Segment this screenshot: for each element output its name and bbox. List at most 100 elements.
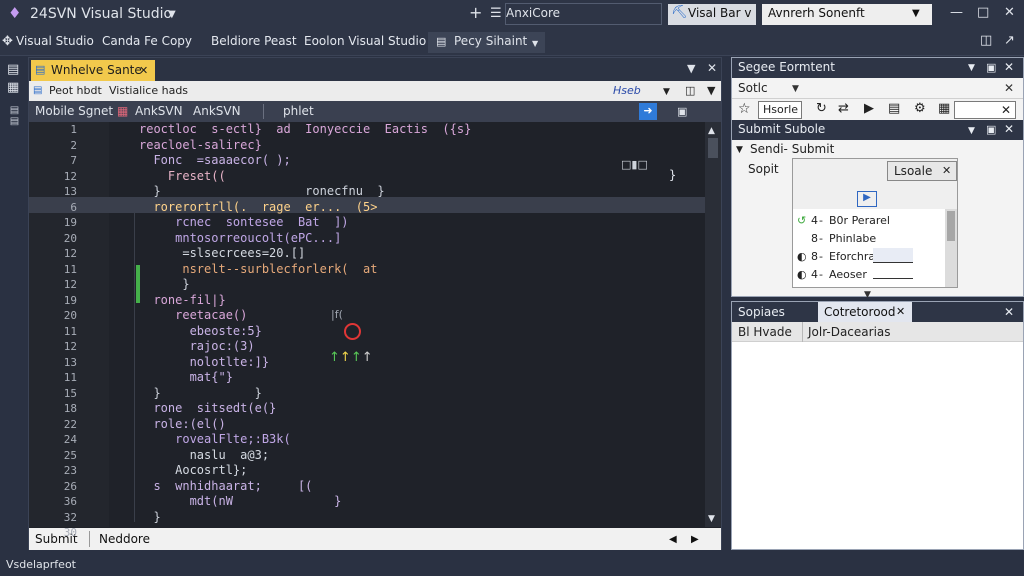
back-icon[interactable]: ⇄ (838, 102, 849, 116)
chevron-down-icon[interactable]: ▼ (792, 82, 799, 96)
code-line[interactable]: } ronecfnu } (139, 184, 384, 198)
filter-box[interactable]: Hsorle (758, 101, 802, 119)
star-icon[interactable]: ☆ (738, 102, 751, 116)
code-line[interactable]: s wnhidhaarat; [( (139, 479, 312, 493)
scroll-up-icon[interactable]: ▲ (708, 124, 715, 138)
status-neddore[interactable]: Neddore (99, 532, 150, 546)
code-line[interactable]: nsrelt--surblecforlerk( at (139, 262, 377, 276)
code-line[interactable]: mat{"} (139, 370, 233, 384)
dropdown-icon[interactable]: ▼ (968, 61, 975, 75)
code-line[interactable]: reacloel-salirec} (139, 138, 262, 152)
tab-close-icon[interactable]: ✕ (896, 305, 905, 319)
menu-pecy-tab[interactable]: ▤ Pecy Sihaint ▼ (428, 32, 545, 53)
editor-tab-active[interactable]: ▤ Wnhelve Sante ✕ (31, 60, 155, 81)
explorer-icon[interactable]: ▦ (7, 81, 19, 95)
code-line[interactable]: rone-fil|} (139, 293, 225, 307)
scroll-down-icon[interactable]: ▼ (708, 512, 715, 526)
account-dropdown[interactable]: Avnrerh Sonenft ▼ (762, 4, 932, 25)
chevron-down-icon[interactable]: ▼ (864, 288, 871, 302)
path-label[interactable]: Peot hbdt (49, 84, 102, 97)
properties-icon[interactable]: ▦ (938, 102, 950, 116)
code-line[interactable]: reoctloc s-ectl} ad Ionyeccie Eactis ({s… (139, 122, 471, 136)
tab-close-icon[interactable]: ✕ (139, 64, 148, 78)
dropdown-select[interactable]: Lsoale ✕ (887, 161, 957, 181)
expand-arrow-icon[interactable]: ▼ (736, 143, 743, 157)
code-line[interactable]: } (139, 277, 189, 291)
collapse-icon[interactable]: ▤ (888, 102, 900, 116)
path-hint[interactable]: Hseb (613, 84, 641, 97)
list-scrollbar[interactable] (945, 209, 957, 287)
code-line[interactable]: mntosorreoucolt(ePC...] (139, 231, 341, 245)
layout-icon[interactable]: ◫ (980, 34, 992, 48)
expand-icon[interactable]: ▼ (707, 84, 715, 98)
panel-close-icon[interactable]: ✕ (1004, 122, 1014, 136)
scroll-thumb[interactable] (708, 138, 718, 158)
dropdown-icon[interactable]: ▼ (968, 124, 975, 138)
tab-sopiaes[interactable]: Sopiaes (732, 302, 818, 322)
close-icon[interactable]: ✕ (942, 164, 951, 178)
code-line[interactable]: rovealFlte;:B3k( (139, 432, 291, 446)
vertical-scrollbar[interactable]: ▲ ▼ (705, 122, 721, 527)
arrow-right-icon[interactable]: ▶ (691, 533, 699, 547)
extension-button[interactable]: ⛏ Visal Bar v (668, 4, 756, 25)
chevron-down-icon[interactable]: ▼ (663, 85, 670, 99)
settings-icon[interactable]: ⚙ (914, 102, 926, 116)
code-line[interactable]: } } (139, 386, 261, 400)
panel-close-icon[interactable]: ✕ (1004, 305, 1014, 319)
list-item[interactable]: ↺ 4 - B0r Perarel (797, 212, 945, 230)
export-icon[interactable]: ↗ (1004, 34, 1015, 48)
title-dropdown-icon[interactable]: ▼ (168, 8, 176, 22)
editor-close-icon[interactable]: ✕ (707, 61, 717, 75)
code-line[interactable]: ebeoste:5} (139, 324, 262, 338)
code-line[interactable]: rcnec sontesee Bat ]) (139, 215, 348, 229)
menu-beast[interactable]: Beldiore Peast (211, 34, 297, 48)
maximize-icon[interactable]: □ (977, 6, 989, 20)
code-line[interactable]: Fonc =saaaecor( ); (139, 153, 290, 167)
forward-icon[interactable]: ▶ (864, 102, 874, 116)
code-line[interactable]: reetacae() (139, 308, 247, 322)
code-line[interactable]: role:(el() (139, 417, 225, 431)
breadcrumb-item-anksvn-2[interactable]: AnkSVN (193, 104, 241, 118)
arrow-left-icon[interactable]: ◀ (669, 533, 677, 547)
list-item[interactable]: 8 - Phinlabe (797, 230, 945, 248)
tree-root[interactable]: ▼ Sendi- Submit (736, 140, 1016, 158)
floating-widget[interactable]: □▮□ (621, 158, 651, 172)
toolbar-search-input[interactable]: ✕ (954, 101, 1016, 119)
refresh-icon[interactable]: ↻ (816, 102, 827, 116)
toolbox-icon[interactable]: ▤ (7, 63, 19, 77)
code-line[interactable]: =slsecrcees=20.[] (139, 246, 305, 260)
code-line[interactable]: naslu a@3; (139, 448, 269, 462)
column-header-1[interactable]: Bl Hvade (738, 325, 792, 339)
column-header-2[interactable]: Jolr-Dacearias (808, 325, 891, 339)
breadcrumb-item-anksvn[interactable]: AnkSVN (135, 104, 183, 118)
designer-arrow-icon[interactable]: ▶ (857, 191, 877, 207)
pin-icon[interactable]: ▣ (986, 61, 996, 75)
menu-eoolon[interactable]: Eoolon Visual Studio (304, 34, 426, 48)
search-label[interactable]: Sotlc (738, 81, 768, 95)
list-scroll-thumb[interactable] (947, 211, 955, 241)
breakpoint-circle-icon[interactable] (344, 323, 361, 340)
sync-button[interactable]: ➜ (639, 103, 657, 120)
close-icon[interactable]: ✕ (1001, 103, 1011, 117)
list-item[interactable]: ◐ 8 - Eforchra (797, 248, 945, 266)
pin-icon[interactable]: ▣ (986, 123, 996, 137)
code-line[interactable]: rajoc:(3) (139, 339, 255, 353)
code-line[interactable]: rone sitsedt(e(} (139, 401, 276, 415)
code-line[interactable]: Aocosrtl}; (139, 463, 247, 477)
search-icon[interactable]: ☰ (490, 7, 502, 21)
panel-close-icon[interactable]: ✕ (1004, 60, 1014, 74)
code-line[interactable]: mdt(nW } (139, 494, 342, 508)
code-line[interactable]: rorerortrll(. rage er... (5> (139, 200, 377, 214)
add-icon[interactable]: + (469, 5, 482, 21)
code-line[interactable]: } (139, 510, 160, 524)
tab-cotretorood[interactable]: Cotretorood ✕ (818, 302, 912, 322)
breadcrumb-item-phlet[interactable]: phlet (283, 104, 314, 118)
close-icon[interactable]: ✕ (1004, 81, 1014, 95)
close-icon[interactable]: ✕ (1004, 6, 1015, 20)
split-icon[interactable]: ◫ (685, 84, 695, 98)
code-line[interactable]: Freset(( (139, 169, 226, 183)
path-sub-label[interactable]: Vistialice hads (109, 84, 188, 97)
pin-icon[interactable]: ▼ (687, 62, 695, 76)
list-item[interactable]: ◐ 4 - Aeoser (797, 266, 945, 284)
breadcrumb-item-mobile[interactable]: Mobile Sgnet (35, 104, 113, 118)
